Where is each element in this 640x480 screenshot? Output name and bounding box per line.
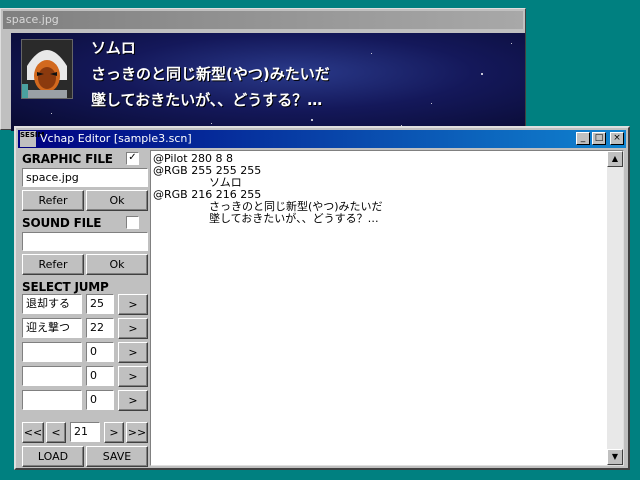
load-button[interactable]: LOAD [22,446,84,467]
first-page-button[interactable]: << [22,422,44,443]
next-page-button[interactable]: > [104,422,124,443]
save-button[interactable]: SAVE [86,446,148,467]
scroll-up-arrow-icon[interactable]: ▲ [607,151,623,167]
last-page-button[interactable]: >> [126,422,148,443]
editor-title: Vchap Editor [sample3.scn] [40,132,192,145]
sound-file-field[interactable] [22,232,148,251]
jump-go-button[interactable]: > [118,342,148,363]
vchap-editor-window: SESIM Vchap Editor [sample3.scn] _ □ × G… [14,126,630,470]
script-text-area[interactable]: @Pilot 280 8 8 @RGB 255 255 255 ソムロ @RGB… [150,150,624,466]
jump-go-button[interactable]: > [118,318,148,339]
graphic-ok-button[interactable]: Ok [86,190,148,211]
sound-ok-button[interactable]: Ok [86,254,148,275]
graphic-file-checkbox[interactable]: ✓ [126,152,139,165]
jump-label-field[interactable] [22,342,82,362]
page-number-field[interactable]: 21 [70,422,100,442]
editor-title-bar[interactable]: SESIM Vchap Editor [sample3.scn] _ □ × [18,130,626,148]
jump-go-button[interactable]: > [118,294,148,315]
graphic-file-header: GRAPHIC FILE [22,152,113,166]
close-button[interactable]: × [610,132,624,145]
vertical-scrollbar[interactable]: ▲ ▼ [607,151,623,465]
jump-target-field[interactable]: 22 [86,318,114,338]
script-line: 墜しておきたいが、、どうする？… [153,212,379,225]
pilot-portrait [21,39,73,99]
prev-page-button[interactable]: < [46,422,66,443]
dialogue-line-1: さっきのと同じ新型(やつ)みたいだ [91,65,330,83]
jump-go-button[interactable]: > [118,390,148,411]
jump-label-field[interactable] [22,390,82,410]
minimize-button[interactable]: _ [576,132,590,145]
space-image: ソムロ さっきのと同じ新型(やつ)みたいだ 墜しておきたいが、、どうする？… [11,33,525,131]
sound-file-header: SOUND FILE [22,216,102,230]
scroll-down-arrow-icon[interactable]: ▼ [607,449,623,465]
maximize-button[interactable]: □ [592,132,606,145]
jump-label-field[interactable] [22,366,82,386]
jump-label-field[interactable]: 退却する [22,294,82,314]
dialogue-speaker: ソムロ [91,39,136,57]
jump-label-field[interactable]: 迎え撃つ [22,318,82,338]
sound-file-checkbox[interactable] [126,216,139,229]
app-icon[interactable]: SESIM [20,131,44,147]
jump-target-field[interactable]: 0 [86,342,114,362]
select-jump-header: SELECT JUMP [22,280,109,294]
sound-refer-button[interactable]: Refer [22,254,84,275]
graphic-refer-button[interactable]: Refer [22,190,84,211]
dialogue-line-2: 墜しておきたいが、、どうする？… [91,91,323,109]
jump-target-field[interactable]: 0 [86,390,114,410]
jump-target-field[interactable]: 25 [86,294,114,314]
graphic-file-field[interactable]: space.jpg [22,168,148,187]
background-window: space.jpg ソムロ さっきのと同じ新型(やつ)みたいだ 墜しておきたいが… [0,8,526,131]
jump-target-field[interactable]: 0 [86,366,114,386]
jump-go-button[interactable]: > [118,366,148,387]
background-window-title[interactable]: space.jpg [3,11,523,29]
